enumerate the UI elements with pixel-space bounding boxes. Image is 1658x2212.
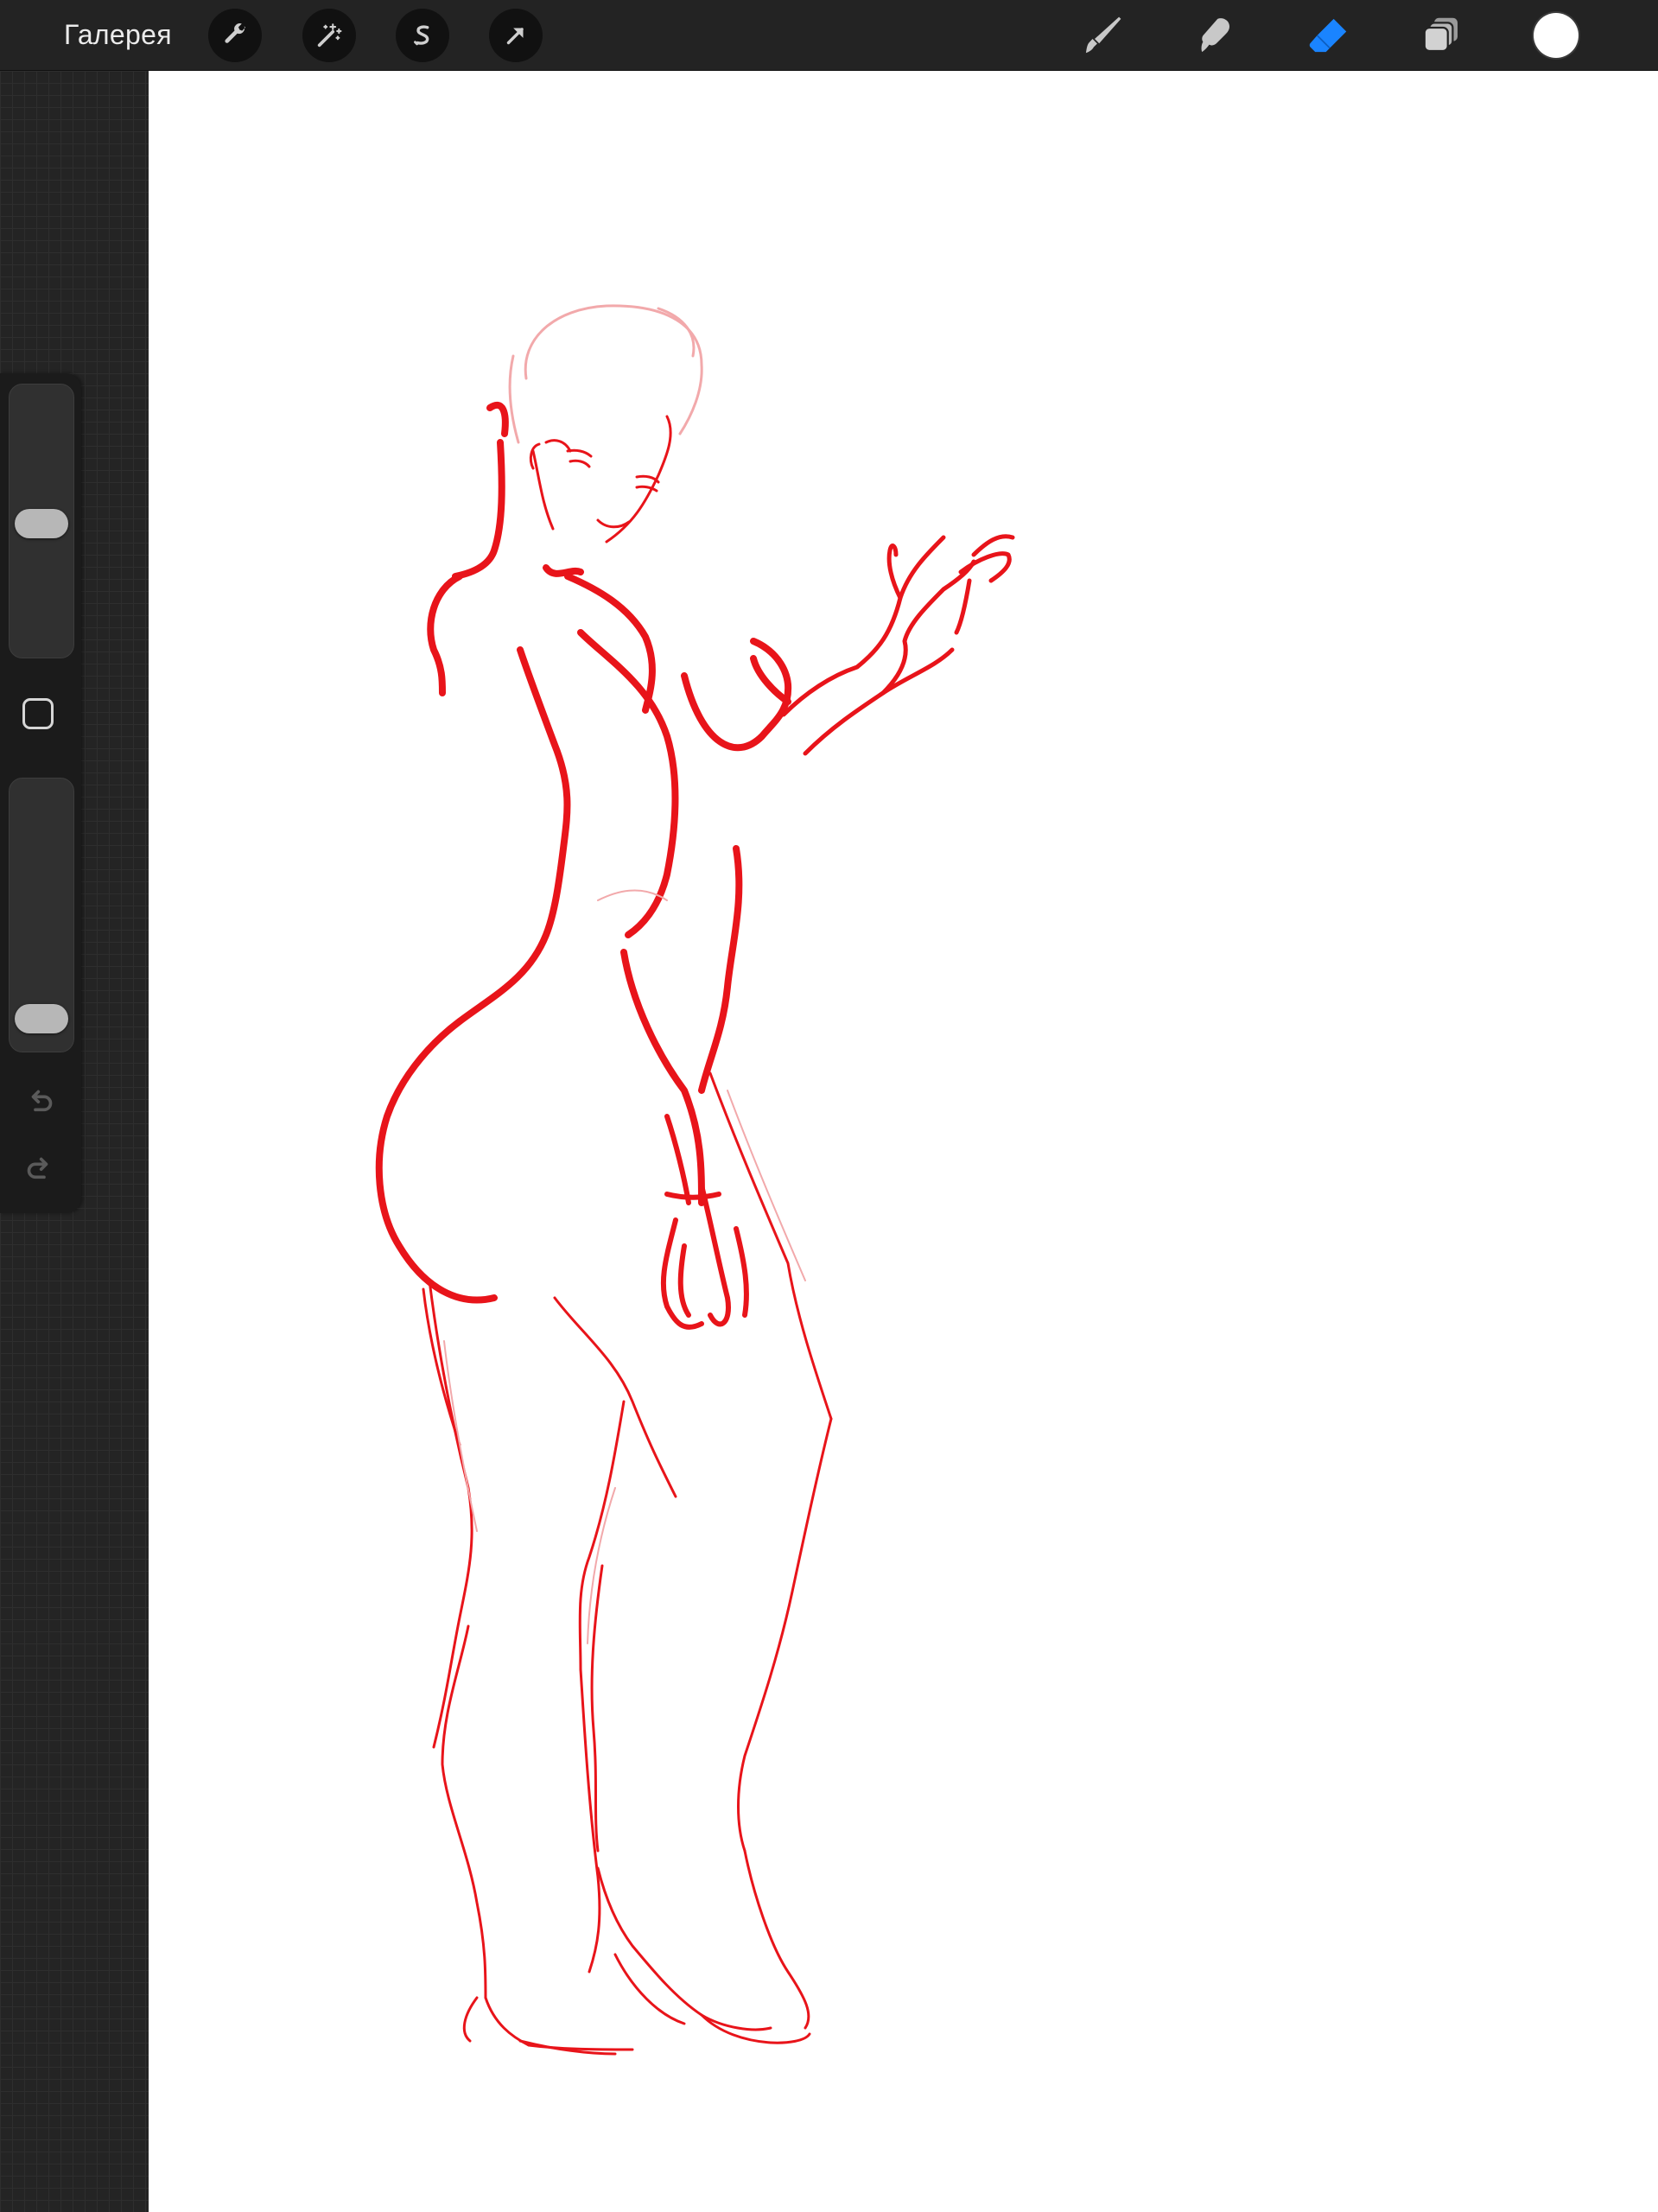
layers-icon: [1423, 17, 1458, 53]
arrow-cursor-icon: [506, 28, 524, 45]
left-sidebar: [0, 373, 81, 1213]
selection-s-icon: [414, 25, 429, 46]
undo-button[interactable]: [19, 1082, 60, 1123]
eraser-icon: [1309, 18, 1347, 53]
magic-wand-icon: [317, 23, 342, 48]
brush-tool-button[interactable]: [1074, 7, 1131, 64]
procreate-app: Галерея: [0, 0, 1658, 2212]
layers-button[interactable]: [1413, 7, 1471, 64]
transform-button[interactable]: [489, 9, 543, 62]
actions-button[interactable]: [208, 9, 262, 62]
smudge-icon: [1201, 18, 1229, 53]
redo-icon: [27, 1157, 48, 1179]
color-picker-button[interactable]: [1534, 13, 1579, 58]
figure-sketch: [375, 304, 1015, 2056]
undo-icon: [31, 1090, 53, 1112]
gallery-button[interactable]: Галерея: [64, 16, 172, 54]
brush-size-thumb[interactable]: [15, 508, 68, 538]
drawing-canvas[interactable]: [149, 71, 1658, 2212]
top-toolbar: Галерея: [0, 0, 1658, 71]
selection-button[interactable]: [396, 9, 449, 62]
brush-icon: [1085, 16, 1121, 54]
wrench-icon: [225, 23, 246, 43]
brush-size-slider[interactable]: [9, 384, 74, 658]
smudge-tool-button[interactable]: [1187, 7, 1244, 64]
opacity-slider[interactable]: [9, 778, 74, 1052]
adjustments-button[interactable]: [302, 9, 356, 62]
opacity-thumb[interactable]: [15, 1003, 68, 1033]
eraser-tool-button[interactable]: [1300, 7, 1357, 64]
redo-button[interactable]: [19, 1149, 60, 1191]
modify-button[interactable]: [22, 698, 54, 729]
